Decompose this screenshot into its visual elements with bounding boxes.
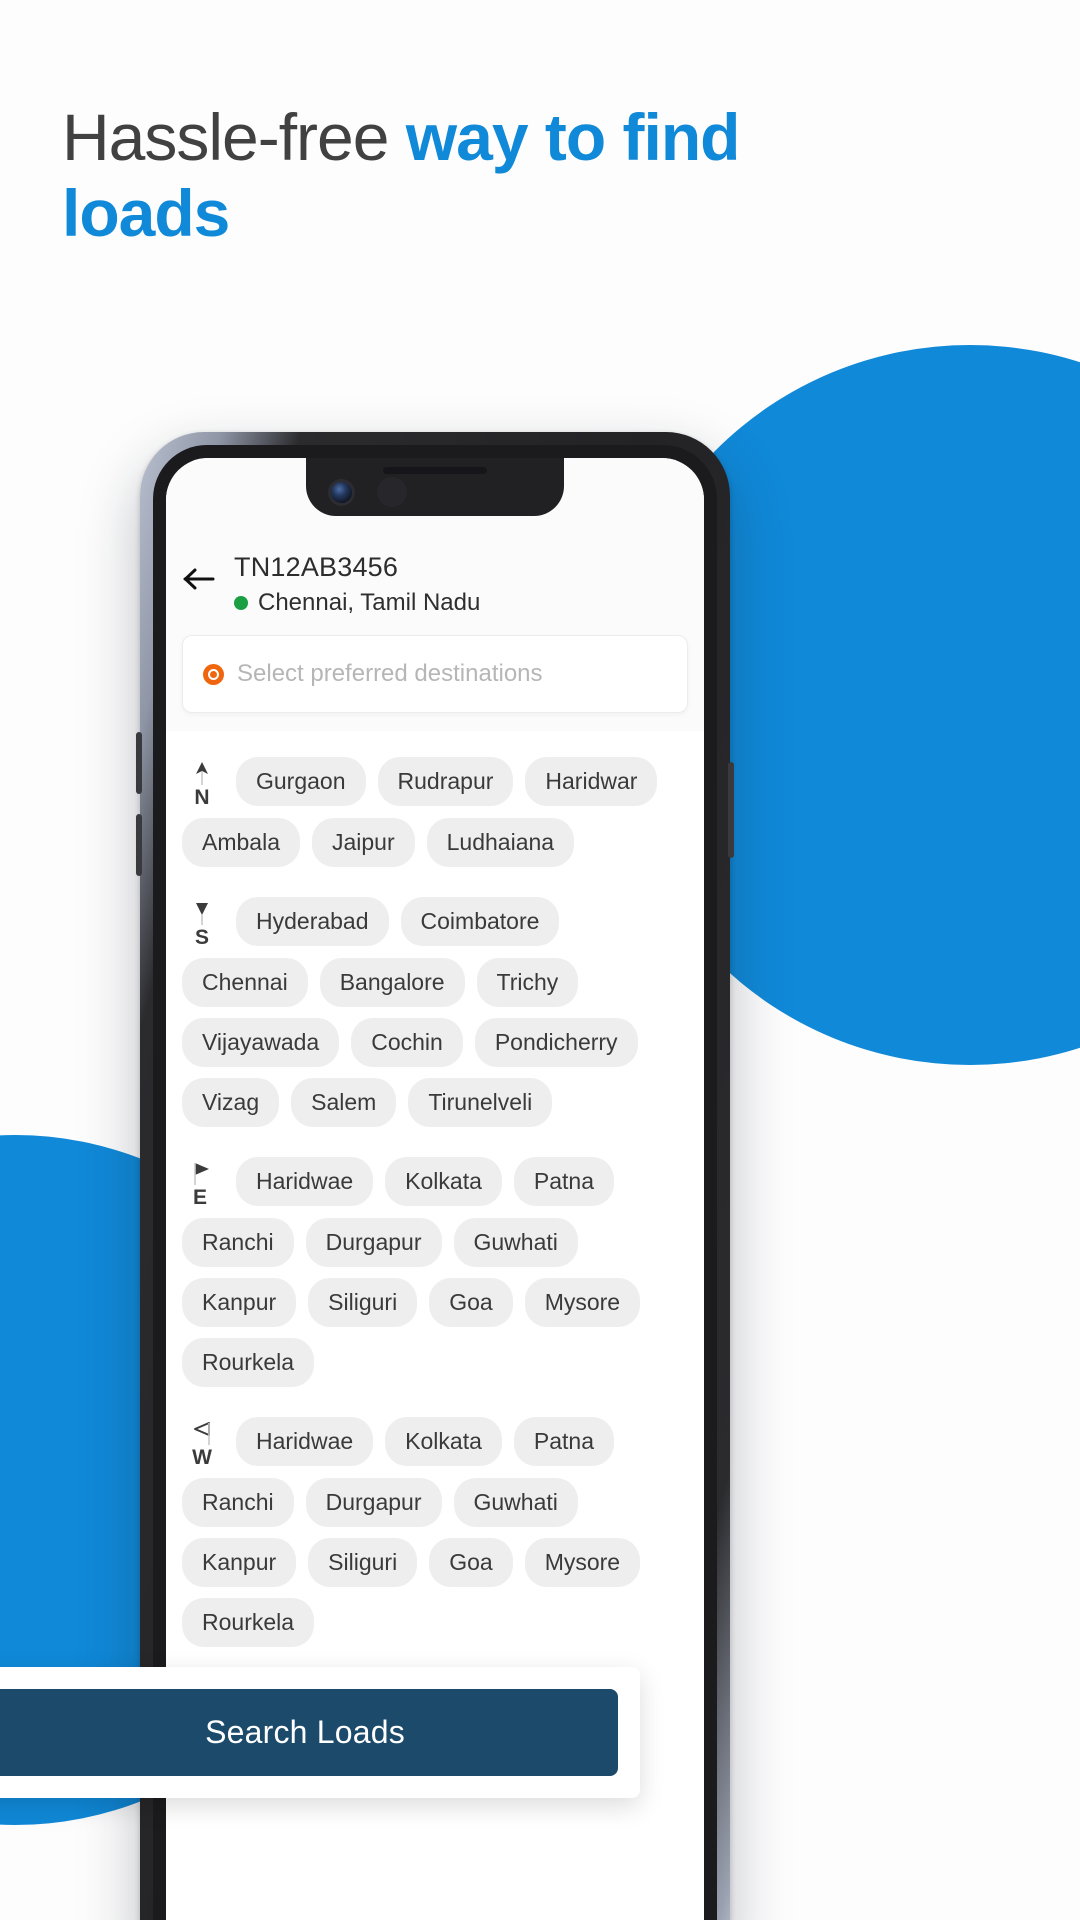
chip-destination[interactable]: Durgapur xyxy=(305,1218,442,1268)
chip-destination[interactable]: Ranchi xyxy=(182,1218,294,1268)
svg-text:S: S xyxy=(195,926,209,947)
svg-text:W: W xyxy=(192,1446,212,1467)
chip-destination[interactable]: Kanpur xyxy=(182,1278,297,1328)
chip-destination[interactable]: Patna xyxy=(513,1157,614,1207)
chip-destination[interactable]: Vizag xyxy=(182,1078,280,1128)
chip-destination[interactable]: Haridwar xyxy=(525,757,658,807)
chip-destination[interactable]: Gurgaon xyxy=(236,757,366,807)
chip-destination[interactable]: Durgapur xyxy=(305,1478,442,1528)
vehicle-info: TN12AB3456 Chennai, Tamil Nadu xyxy=(234,552,480,617)
chip-destination[interactable]: Kanpur xyxy=(182,1538,297,1588)
volume-down-button[interactable] xyxy=(136,814,142,876)
chip-destination[interactable]: Siliguri xyxy=(308,1278,418,1328)
chip-destination[interactable]: Hyderabad xyxy=(236,897,389,947)
vehicle-location: Chennai, Tamil Nadu xyxy=(258,589,481,616)
chip-destination[interactable]: Patna xyxy=(513,1417,614,1467)
chip-destination[interactable]: Mysore xyxy=(524,1278,641,1328)
chip-destination[interactable]: Jaipur xyxy=(311,818,415,868)
screenshot-canvas: Hassle-free way to find loads TN12AB3456… xyxy=(0,0,1080,1920)
compass-south-icon: S xyxy=(182,897,222,947)
power-button[interactable] xyxy=(728,762,734,858)
chip-destination[interactable]: Siliguri xyxy=(308,1538,418,1588)
chip-destination[interactable]: Salem xyxy=(291,1078,397,1128)
volume-up-button[interactable] xyxy=(136,732,142,794)
chip-destination[interactable]: Rourkela xyxy=(182,1598,315,1648)
chip-destination[interactable]: Kolkata xyxy=(385,1157,502,1207)
compass-east-icon: E xyxy=(182,1157,222,1207)
search-loads-card: Search Loads xyxy=(0,1667,640,1798)
direction-group-west: W Haridwae Kolkata Patna Ranchi Durgapur… xyxy=(182,1417,688,1648)
chip-destination[interactable]: Tirunelveli xyxy=(408,1078,553,1128)
chip-destination[interactable]: Haridwae xyxy=(236,1157,374,1207)
back-button[interactable] xyxy=(182,562,216,596)
direction-group-south: S Hyderabad Coimbatore Chennai Bangalore… xyxy=(182,897,688,1128)
search-placeholder: Select preferred destinations xyxy=(237,660,543,687)
green-dot-icon xyxy=(234,596,248,610)
chip-destination[interactable]: Vijayawada xyxy=(182,1018,340,1068)
search-section: Select preferred destinations xyxy=(166,631,704,731)
compass-west-icon: W xyxy=(182,1417,222,1467)
compass-north-icon: N xyxy=(182,757,222,807)
page-title: Hassle-free way to find loads xyxy=(62,100,842,252)
svg-text:N: N xyxy=(194,786,209,807)
search-loads-button[interactable]: Search Loads xyxy=(0,1689,618,1776)
phone-notch xyxy=(306,458,564,516)
vehicle-number: TN12AB3456 xyxy=(234,552,399,582)
chip-destination[interactable]: Mysore xyxy=(524,1538,641,1588)
chip-destination[interactable]: Guwhati xyxy=(453,1218,578,1268)
chip-destination[interactable]: Ludhaiana xyxy=(426,818,575,868)
sensor-dot-icon xyxy=(377,477,407,507)
destination-search-input[interactable]: Select preferred destinations xyxy=(182,635,688,713)
chip-destination[interactable]: Chennai xyxy=(182,958,308,1008)
chip-destination[interactable]: Goa xyxy=(429,1538,513,1588)
chip-destination[interactable]: Ambala xyxy=(182,818,300,868)
front-camera-icon xyxy=(328,478,355,506)
direction-group-east: E Haridwae Kolkata Patna Ranchi Durgapur… xyxy=(182,1157,688,1388)
chip-destination[interactable]: Guwhati xyxy=(453,1478,578,1528)
earpiece-speaker xyxy=(383,467,487,474)
chip-destination[interactable]: Goa xyxy=(429,1278,513,1328)
chip-destination[interactable]: Coimbatore xyxy=(400,897,560,947)
chip-destination[interactable]: Kolkata xyxy=(385,1417,502,1467)
chip-destination[interactable]: Pondicherry xyxy=(474,1018,638,1068)
chip-destination[interactable]: Rourkela xyxy=(182,1338,315,1388)
arrow-left-icon xyxy=(183,566,215,592)
chip-destination[interactable]: Trichy xyxy=(476,958,579,1008)
vehicle-location-row: Chennai, Tamil Nadu xyxy=(234,589,480,617)
direction-group-north: N Gurgaon Rudrapur Haridwar Ambala Jaipu… xyxy=(182,757,688,868)
svg-text:E: E xyxy=(193,1186,207,1207)
chip-destination[interactable]: Bangalore xyxy=(319,958,465,1008)
chip-destination[interactable]: Haridwae xyxy=(236,1417,374,1467)
location-pin-icon xyxy=(203,663,224,685)
chip-destination[interactable]: Ranchi xyxy=(182,1478,294,1528)
chip-destination[interactable]: Rudrapur xyxy=(377,757,514,807)
headline-plain: Hassle-free xyxy=(62,100,406,174)
chip-destination[interactable]: Cochin xyxy=(351,1018,463,1068)
app-header: TN12AB3456 Chennai, Tamil Nadu xyxy=(166,528,704,631)
